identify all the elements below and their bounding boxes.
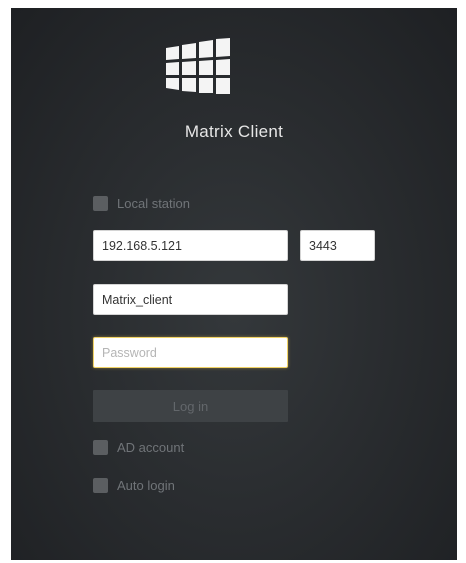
app-title: Matrix Client	[184, 122, 284, 141]
auto-login-checkbox[interactable]	[93, 478, 108, 493]
server-address-input[interactable]	[93, 230, 288, 261]
ad-account-label: AD account	[117, 440, 185, 455]
ad-account-checkbox[interactable]	[93, 440, 108, 455]
server-port-input[interactable]	[300, 230, 375, 261]
username-input[interactable]	[93, 284, 288, 315]
local-station-checkbox[interactable]	[93, 196, 108, 211]
windows-logo-icon	[166, 38, 230, 94]
auto-login-label: Auto login	[117, 478, 175, 493]
password-input[interactable]	[93, 337, 288, 368]
local-station-option[interactable]: Local station	[93, 196, 190, 211]
local-station-label: Local station	[117, 196, 190, 211]
login-panel: Matrix Client Local station Log in AD ac…	[11, 8, 457, 560]
login-button[interactable]: Log in	[93, 390, 288, 422]
auto-login-option[interactable]: Auto login	[93, 478, 175, 493]
ad-account-option[interactable]: AD account	[93, 440, 184, 455]
